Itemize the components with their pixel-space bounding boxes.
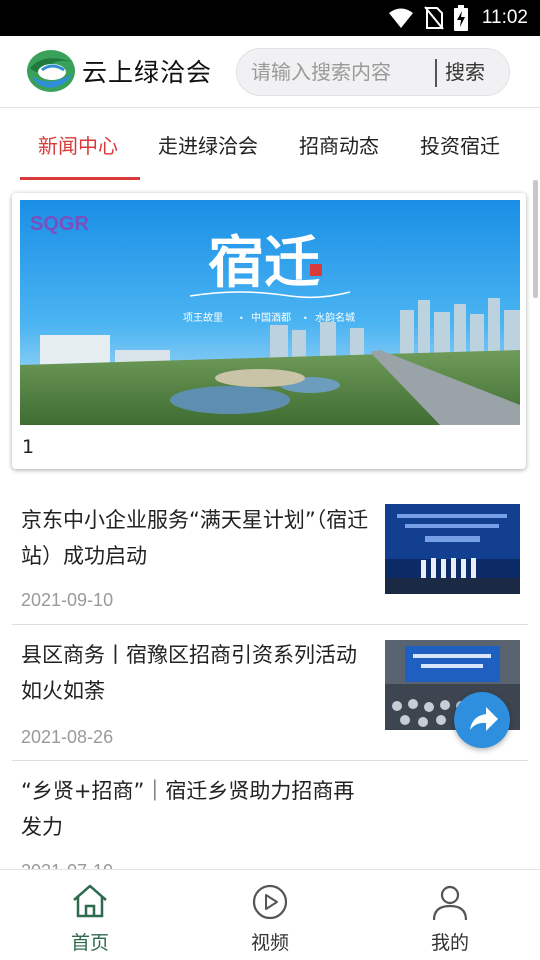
news-list-item[interactable]: “乡贤+招商”｜宿迁乡贤助力招商再发力 2021-07-19 bbox=[12, 761, 528, 881]
share-arrow-icon bbox=[470, 707, 498, 731]
status-icons: 11:02 bbox=[388, 0, 528, 36]
nav-label: 视频 bbox=[250, 932, 289, 954]
user-icon bbox=[432, 885, 468, 921]
scrollbar[interactable] bbox=[533, 180, 538, 298]
search-input[interactable] bbox=[251, 49, 431, 95]
search-box: 搜索 bbox=[236, 48, 510, 96]
app-header: 云上绿洽会 搜索 bbox=[0, 36, 540, 108]
banner-slogan-3: 水韵名城 bbox=[315, 311, 355, 324]
active-tab-indicator bbox=[20, 177, 140, 180]
banner-image[interactable]: SQGR 宿迁 项王故里 • 中国酒都 • 水韵名城 bbox=[20, 200, 520, 425]
home-icon bbox=[73, 884, 107, 918]
category-tabs: 新闻中心 走进绿洽会 招商动态 投资宿迁 bbox=[0, 108, 540, 180]
app-logo-icon bbox=[27, 50, 75, 92]
news-list-item[interactable]: 县区商务丨宿豫区招商引资系列活动如火如荼 2021-08-26 bbox=[12, 625, 528, 761]
news-date: 2021-08-26 bbox=[21, 727, 114, 747]
nav-item-home[interactable]: 首页 bbox=[30, 870, 150, 960]
tab-news-center[interactable]: 新闻中心 bbox=[38, 130, 118, 159]
app-title: 云上绿洽会 bbox=[82, 58, 213, 87]
news-title: 县区商务丨宿豫区招商引资系列活动如火如荼 bbox=[21, 643, 357, 703]
nav-item-profile[interactable]: 我的 bbox=[390, 870, 510, 960]
no-sim-icon bbox=[424, 6, 444, 30]
banner-logo-text: SQGR bbox=[30, 213, 89, 235]
nav-label: 我的 bbox=[430, 932, 469, 954]
wifi-icon bbox=[388, 8, 413, 28]
search-button[interactable]: 搜索 bbox=[445, 49, 485, 95]
bottom-nav: 首页 视频 我的 bbox=[0, 869, 540, 960]
status-bar: 11:02 bbox=[0, 0, 540, 36]
banner-index: 1 bbox=[22, 436, 35, 458]
status-time: 11:02 bbox=[481, 7, 528, 28]
news-thumbnail bbox=[385, 504, 520, 594]
news-title: 京东中小企业服务“满天星计划”（宿迁站）成功启动 bbox=[21, 508, 369, 568]
tab-invest-suqian[interactable]: 投资宿迁 bbox=[420, 130, 500, 159]
svg-text:•: • bbox=[239, 314, 244, 323]
banner-slogan-2: 中国酒都 bbox=[251, 311, 291, 324]
share-button[interactable] bbox=[454, 692, 510, 748]
news-date: 2021-09-10 bbox=[21, 590, 114, 610]
banner-slogan-1: 项王故里 bbox=[183, 311, 223, 324]
banner-card[interactable]: SQGR 宿迁 项王故里 • 中国酒都 • 水韵名城 1 bbox=[12, 193, 526, 469]
banner-city-title: 宿迁 bbox=[208, 230, 320, 296]
nav-item-video[interactable]: 视频 bbox=[210, 870, 330, 960]
svg-text:•: • bbox=[303, 314, 308, 323]
battery-charging-icon bbox=[453, 5, 468, 31]
search-divider bbox=[435, 59, 437, 87]
tab-about-expo[interactable]: 走进绿洽会 bbox=[158, 130, 258, 159]
news-list-item[interactable]: 京东中小企业服务“满天星计划”（宿迁站）成功启动 2021-09-10 bbox=[12, 484, 528, 625]
tab-investment-news[interactable]: 招商动态 bbox=[299, 130, 379, 159]
play-circle-icon bbox=[252, 884, 288, 920]
nav-label: 首页 bbox=[70, 932, 109, 954]
news-title: “乡贤+招商”｜宿迁乡贤助力招商再发力 bbox=[21, 779, 355, 839]
